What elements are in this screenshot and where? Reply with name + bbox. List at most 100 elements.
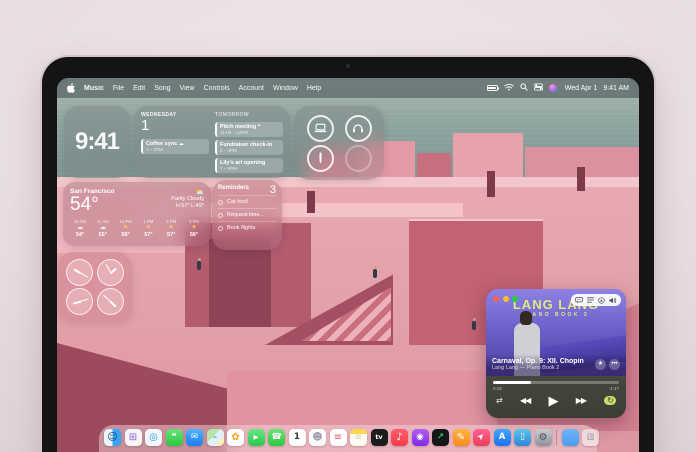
battery-ring-headphones [345, 115, 372, 142]
dock-icon-folder[interactable] [562, 429, 579, 446]
dock-icon-podcasts[interactable]: ◉ [412, 429, 429, 446]
event-time: 7 – 9PM [220, 166, 280, 171]
calendar-event[interactable]: Pitch meeting ❝ 11AM – 12PM [215, 122, 283, 137]
play-button[interactable]: ▶ [548, 393, 557, 409]
weather-hour: 10 AM ☁ 54° [70, 219, 90, 238]
favorite-star-button[interactable]: ★ [595, 359, 606, 370]
siri-icon[interactable] [549, 84, 557, 92]
batteries-widget[interactable] [294, 106, 384, 180]
more-options-button[interactable]: ••• [609, 359, 620, 370]
shuffle-button[interactable]: ⇄ [496, 396, 502, 405]
reminders-count: 3 [270, 185, 276, 195]
dock-icon-safari[interactable]: ◎ [145, 429, 162, 446]
wallpaper-dancer [373, 269, 377, 278]
dock-icon-app-store[interactable]: A [494, 429, 511, 446]
weather-hour: 2 PM ☀ 57° [161, 219, 181, 238]
analog-clock-face [66, 288, 93, 315]
dock-icon-contacts[interactable]: ☻ [309, 429, 326, 446]
battery-ring-pencil [307, 145, 334, 172]
menu-item-controls[interactable]: Controls [204, 85, 230, 92]
control-center-icon[interactable] [534, 83, 543, 93]
search-icon[interactable] [520, 83, 528, 93]
event-time: 2 – 4PM [220, 148, 280, 153]
dock-icon-music[interactable]: ♪ [391, 429, 408, 446]
menu-item-account[interactable]: Account [239, 85, 264, 92]
dock-icon-reminders[interactable]: ≡ [330, 429, 347, 446]
dock-icon-maps[interactable]: ➢ [207, 429, 224, 446]
remaining-time: -1:17 [609, 386, 619, 391]
menu-date[interactable]: Wed Apr 1 [565, 85, 598, 92]
dock-icon-settings[interactable]: ⚙ [535, 429, 552, 446]
analog-clock-face [97, 288, 124, 315]
wallpaper-window-slot [307, 191, 315, 213]
calendar-event[interactable]: Fundraiser check-in 2 – 4PM [215, 140, 283, 155]
elapsed-time: 0:19 [493, 386, 502, 391]
dock-icon-stocks[interactable]: ↗ [432, 429, 449, 446]
weather-widget[interactable]: San Francisco 54° ⛅ Partly Cloudy H:57° … [63, 182, 211, 246]
menu-item-file[interactable]: File [113, 85, 124, 92]
reminders-widget[interactable]: Reminders 3 Cat food Request time... Boo… [212, 180, 282, 250]
clock-widget[interactable]: 9:41 [64, 106, 130, 178]
repeat-button[interactable]: ↻ [604, 396, 616, 405]
calendar-event[interactable]: Coffee sync ☁ 1 – 2PM [141, 139, 209, 154]
menu-item-help[interactable]: Help [307, 85, 321, 92]
dock-icon-photos[interactable]: ✿ [227, 429, 244, 446]
reminder-checkbox[interactable] [218, 213, 223, 218]
music-miniplayer-window[interactable]: LANG LANG PIANO BOOK 2 Carnaval, Op. 9: … [486, 289, 626, 418]
dock-icon-pages[interactable]: ✎ [453, 429, 470, 446]
calendar-widget[interactable]: WEDNESDAY 1 Coffee sync ☁ 1 – 2PM TOMORR… [134, 106, 290, 178]
minimize-button[interactable] [503, 296, 509, 302]
calendar-event[interactable]: Lily's art opening 7 – 9PM [215, 158, 283, 173]
close-button[interactable] [493, 296, 499, 302]
calendar-tomorrow-column: TOMORROW Pitch meeting ❝ 11AM – 12PM Fun… [215, 112, 283, 172]
progress-bar[interactable] [493, 381, 619, 384]
dock-icon-notes[interactable]: ≡ [350, 429, 367, 446]
dock-icon-trash[interactable]: ▥ [582, 429, 599, 446]
progress-fill [493, 381, 531, 384]
reminders-title: Reminders [218, 185, 249, 191]
menu-bar: Music File Edit Song View Controls Accou… [57, 78, 639, 98]
ipad-device: Music File Edit Song View Controls Accou… [42, 57, 654, 452]
front-camera [346, 64, 350, 68]
lyrics-icon[interactable] [575, 297, 583, 304]
dock-icon-app-library[interactable]: ⊞ [125, 429, 142, 446]
calendar-today-column: WEDNESDAY 1 Coffee sync ☁ 1 – 2PM [141, 112, 209, 172]
battery-icon[interactable] [487, 85, 498, 91]
dock-icon-tv[interactable]: tv [371, 429, 388, 446]
dock-icon-phone[interactable]: ☎ [268, 429, 285, 446]
reminder-checkbox[interactable] [218, 226, 223, 231]
wallpaper-window-slot [487, 171, 495, 197]
next-button[interactable]: ▶▶ [576, 396, 586, 405]
world-clock-widget[interactable] [58, 252, 132, 322]
dock-icon-facetime[interactable]: ▶ [248, 429, 265, 446]
dock-icon-iphone-mirroring[interactable]: ▯ [514, 429, 531, 446]
reminder-label: Request time... [227, 212, 264, 218]
dock-icon-messages[interactable]: ❝ [166, 429, 183, 446]
airplay-icon[interactable] [598, 297, 605, 304]
apple-menu-icon[interactable] [67, 83, 75, 93]
zoom-button[interactable] [512, 296, 518, 302]
reminder-item: Request time... [218, 208, 276, 221]
queue-icon[interactable] [587, 297, 594, 303]
menu-time[interactable]: 9:41 AM [603, 85, 629, 92]
weather-hour: 3 PM ☀ 56° [184, 219, 204, 238]
menu-item-edit[interactable]: Edit [133, 85, 145, 92]
menu-item-view[interactable]: View [180, 85, 195, 92]
sun-icon: ☀ [184, 224, 204, 232]
event-time: 1 – 2PM [146, 147, 206, 152]
menu-item-music[interactable]: Music [84, 85, 104, 92]
laptop-icon [314, 123, 327, 133]
dock-icon-mail[interactable]: ✉ [186, 429, 203, 446]
previous-button[interactable]: ◀◀ [520, 396, 530, 405]
menu-item-window[interactable]: Window [273, 85, 298, 92]
dock-icon-rocket-app[interactable]: ➤ [473, 429, 490, 446]
weather-hour: 11 AM ☁ 55° [93, 219, 113, 238]
sun-icon: ☀ [116, 224, 136, 232]
dock-icon-calendar[interactable]: 1 [289, 429, 306, 446]
sun-icon: ☀ [161, 224, 181, 232]
wifi-icon[interactable] [504, 83, 514, 93]
volume-icon[interactable] [609, 297, 617, 304]
menu-item-song[interactable]: Song [154, 85, 170, 92]
reminder-checkbox[interactable] [218, 200, 223, 205]
dock-icon-finder[interactable]: ☺ [104, 429, 121, 446]
